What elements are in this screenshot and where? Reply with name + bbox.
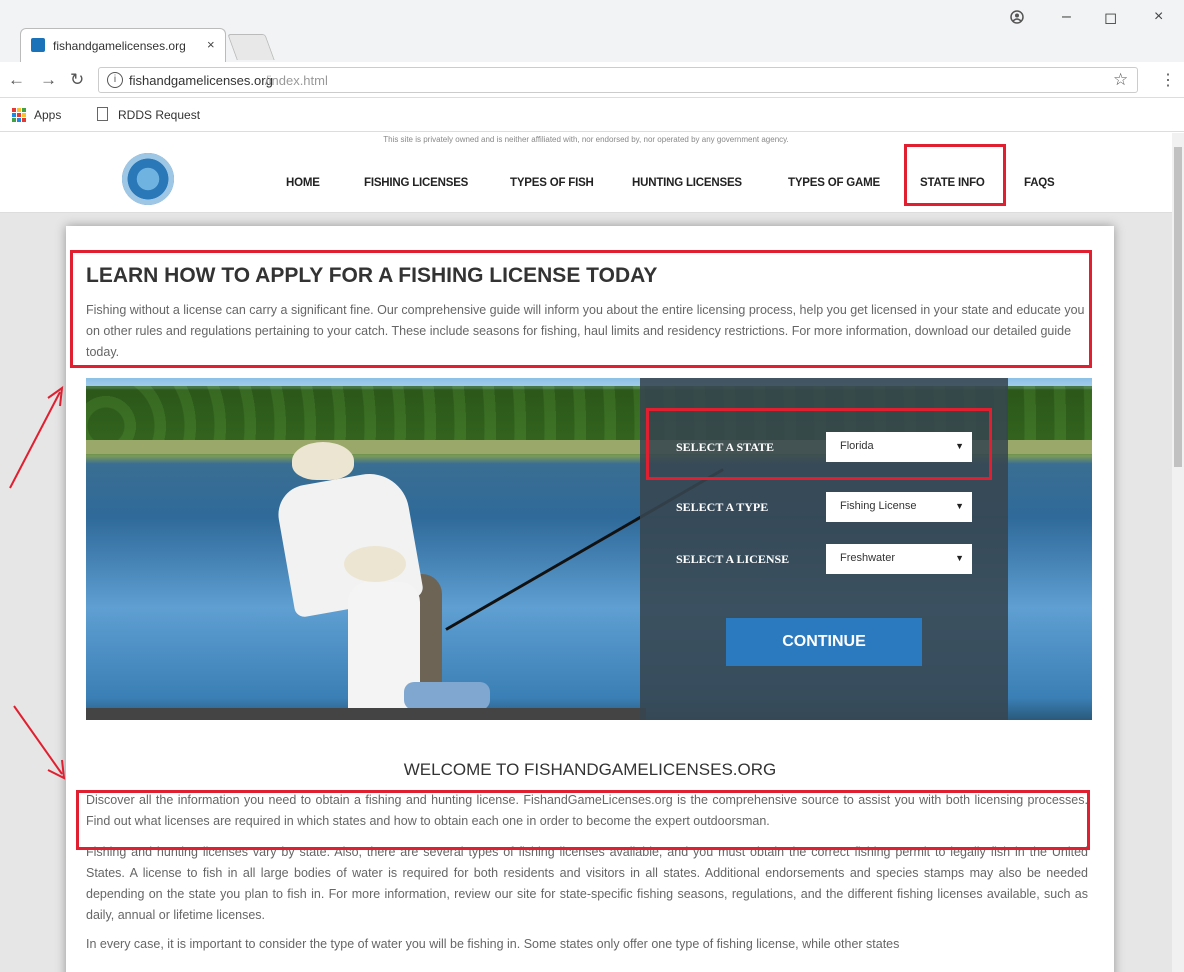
nav-fishing-licenses[interactable]: FISHING LICENSES [364,177,468,189]
account-icon[interactable] [1010,10,1024,24]
nav-types-of-fish[interactable]: TYPES OF FISH [510,177,594,189]
forward-icon[interactable]: → [40,70,57,90]
bookmark-star-icon[interactable]: ☆ [1113,70,1128,90]
browser-toolbar: ← → ↻ i fishandgamelicenses.org /index.h… [0,62,1184,98]
annotation-box-state-info [904,144,1006,206]
hero-dock [86,708,646,720]
back-icon[interactable]: ← [8,70,25,90]
browser-tab[interactable]: fishandgamelicenses.org × [20,28,226,62]
welcome-heading: WELCOME TO FISHANDGAMELICENSES.ORG [403,760,777,779]
url-path: /index.html [265,73,328,88]
nav-hunting-licenses[interactable]: HUNTING LICENSES [632,177,742,189]
maximize-icon[interactable]: ◻ [1104,8,1117,28]
browser-titlebar: fishandgamelicenses.org × – ◻ × [0,0,1184,62]
document-icon [97,107,108,121]
new-tab-button[interactable] [227,34,275,60]
type-label: SELECT A TYPE [676,500,769,514]
bookmark-apps[interactable]: Apps [34,108,61,122]
hero-figure-child-hat [344,546,406,582]
tab-title: fishandgamelicenses.org [53,39,186,53]
apps-grid-icon[interactable] [12,108,26,122]
tab-close-icon[interactable]: × [207,37,215,52]
welcome-paragraph-3: In every case, it is important to consid… [86,937,900,951]
license-select-value: Freshwater [840,552,896,564]
license-select[interactable]: Freshwater ▼ [826,544,972,574]
chevron-down-icon: ▼ [955,501,964,511]
annotation-box-intro [70,250,1092,368]
chevron-down-icon: ▼ [955,553,964,563]
site-logo[interactable] [122,153,174,205]
page-scrollbar[interactable] [1172,133,1184,972]
bookmark-rdds-request[interactable]: RDDS Request [118,108,200,122]
continue-button[interactable]: CONTINUE [726,618,922,666]
welcome-paragraph-2: Fishing and hunting licenses vary by sta… [86,845,1088,922]
nav-types-of-game[interactable]: TYPES OF GAME [788,177,880,189]
type-select-value: Fishing License [840,500,917,512]
minimize-icon[interactable]: – [1062,8,1071,26]
annotation-box-welcome [76,790,1090,850]
nav-home[interactable]: HOME [286,177,320,189]
reload-icon[interactable]: ↻ [70,70,84,90]
info-icon[interactable]: i [107,72,123,88]
nav-faqs[interactable]: FAQS [1024,177,1055,189]
annotation-box-state-select [646,408,992,480]
close-window-icon[interactable]: × [1154,8,1163,26]
license-label: SELECT A LICENSE [676,552,790,566]
url-domain: fishandgamelicenses.org [129,73,273,88]
type-select[interactable]: Fishing License ▼ [826,492,972,522]
site-favicon-icon [31,38,45,52]
hero-figure-child-legs [404,682,490,710]
browser-menu-icon[interactable]: ⋮ [1160,70,1176,90]
scrollbar-thumb[interactable] [1174,147,1182,467]
bookmarks-bar: Apps RDDS Request [0,98,1184,132]
hero-figure-hat [292,442,354,480]
address-bar[interactable]: i fishandgamelicenses.org /index.html ☆ [98,67,1138,93]
